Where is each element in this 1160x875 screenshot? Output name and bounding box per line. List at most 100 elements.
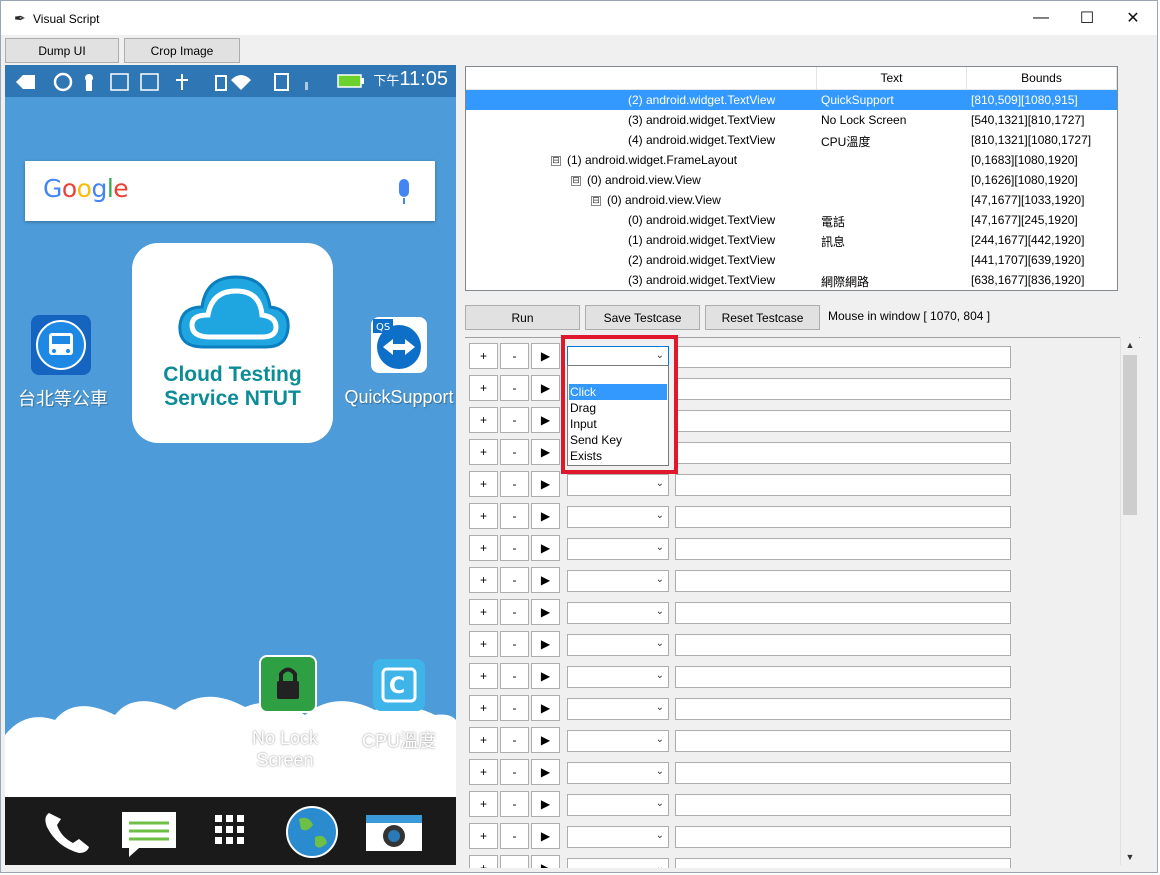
- add-step-button[interactable]: +: [469, 663, 498, 689]
- step-parameter-input[interactable]: [675, 378, 1011, 400]
- remove-step-button[interactable]: -: [500, 791, 529, 817]
- action-combobox[interactable]: ⌄: [567, 730, 669, 752]
- run-step-button[interactable]: ▶: [531, 791, 560, 817]
- device-screenshot[interactable]: 下午11:05 Google Cloud Testing Service NTU…: [5, 65, 456, 865]
- reset-testcase-button[interactable]: Reset Testcase: [705, 305, 820, 330]
- chevron-down-icon[interactable]: ⌄: [656, 478, 664, 489]
- run-step-button[interactable]: ▶: [531, 727, 560, 753]
- add-step-button[interactable]: +: [469, 759, 498, 785]
- tree-row[interactable]: (1) android.widget.TextView 訊息 [244,1677…: [466, 230, 1117, 250]
- phone-icon[interactable]: [39, 809, 91, 855]
- bus-app-icon[interactable]: [31, 315, 91, 375]
- tree-row[interactable]: (2) android.widget.TextView QuickSupport…: [466, 90, 1117, 110]
- scroll-up-arrow[interactable]: ▲: [1121, 337, 1139, 353]
- quicksupport-app-icon[interactable]: QS: [371, 317, 427, 373]
- add-step-button[interactable]: +: [469, 727, 498, 753]
- chevron-down-icon[interactable]: ⌄: [656, 670, 664, 681]
- step-parameter-input[interactable]: [675, 442, 1011, 464]
- mic-icon[interactable]: [399, 179, 409, 204]
- remove-step-button[interactable]: -: [500, 343, 529, 369]
- run-step-button[interactable]: ▶: [531, 695, 560, 721]
- app-drawer-icon[interactable]: [213, 813, 247, 847]
- step-parameter-input[interactable]: [675, 698, 1011, 720]
- cloud-testing-app[interactable]: Cloud Testing Service NTUT: [132, 243, 333, 443]
- add-step-button[interactable]: +: [469, 407, 498, 433]
- remove-step-button[interactable]: -: [500, 599, 529, 625]
- chevron-down-icon[interactable]: ⌄: [656, 734, 664, 745]
- tree-row[interactable]: (0) android.widget.TextView 電話 [47,1677]…: [466, 210, 1117, 230]
- tree-column-node[interactable]: [466, 67, 817, 90]
- chevron-down-icon[interactable]: ⌄: [656, 862, 664, 868]
- run-step-button[interactable]: ▶: [531, 855, 560, 868]
- collapse-icon[interactable]: ⊟: [551, 156, 561, 166]
- step-parameter-input[interactable]: [675, 634, 1011, 656]
- action-combobox[interactable]: ⌄: [567, 762, 669, 784]
- add-step-button[interactable]: +: [469, 375, 498, 401]
- run-step-button[interactable]: ▶: [531, 823, 560, 849]
- chevron-down-icon[interactable]: ⌄: [656, 798, 664, 809]
- remove-step-button[interactable]: -: [500, 695, 529, 721]
- step-parameter-input[interactable]: [675, 570, 1011, 592]
- step-parameter-input[interactable]: [675, 858, 1011, 868]
- run-step-button[interactable]: ▶: [531, 439, 560, 465]
- run-step-button[interactable]: ▶: [531, 599, 560, 625]
- chevron-down-icon[interactable]: ⌄: [656, 830, 664, 841]
- remove-step-button[interactable]: -: [500, 759, 529, 785]
- collapse-icon[interactable]: ⊟: [591, 196, 601, 206]
- tree-column-text[interactable]: Text: [817, 67, 967, 90]
- remove-step-button[interactable]: -: [500, 823, 529, 849]
- add-step-button[interactable]: +: [469, 471, 498, 497]
- run-step-button[interactable]: ▶: [531, 535, 560, 561]
- tree-row[interactable]: ⊟ (1) android.widget.FrameLayout [0,1683]…: [466, 150, 1117, 170]
- action-combobox[interactable]: ⌄: [567, 666, 669, 688]
- lock-app-icon[interactable]: [259, 655, 317, 713]
- remove-step-button[interactable]: -: [500, 855, 529, 868]
- ui-hierarchy-tree[interactable]: Text Bounds (2) android.widget.TextView …: [465, 66, 1118, 291]
- add-step-button[interactable]: +: [469, 343, 498, 369]
- remove-step-button[interactable]: -: [500, 375, 529, 401]
- remove-step-button[interactable]: -: [500, 567, 529, 593]
- run-step-button[interactable]: ▶: [531, 503, 560, 529]
- remove-step-button[interactable]: -: [500, 631, 529, 657]
- run-step-button[interactable]: ▶: [531, 375, 560, 401]
- step-parameter-input[interactable]: [675, 506, 1011, 528]
- cpu-app-icon[interactable]: C: [373, 659, 425, 711]
- add-step-button[interactable]: +: [469, 791, 498, 817]
- step-parameter-input[interactable]: [675, 794, 1011, 816]
- add-step-button[interactable]: +: [469, 535, 498, 561]
- remove-step-button[interactable]: -: [500, 727, 529, 753]
- chevron-down-icon[interactable]: ⌄: [656, 606, 664, 617]
- step-parameter-input[interactable]: [675, 602, 1011, 624]
- step-parameter-input[interactable]: [675, 538, 1011, 560]
- action-combobox[interactable]: ⌄: [567, 602, 669, 624]
- tree-row[interactable]: ⊟ (0) android.view.View [47,1677][1033,19…: [466, 190, 1117, 210]
- action-combobox[interactable]: ⌄: [567, 794, 669, 816]
- add-step-button[interactable]: +: [469, 855, 498, 868]
- browser-icon[interactable]: [285, 805, 339, 859]
- step-parameter-input[interactable]: [675, 666, 1011, 688]
- remove-step-button[interactable]: -: [500, 503, 529, 529]
- google-search-bar[interactable]: Google: [25, 161, 435, 221]
- step-parameter-input[interactable]: [675, 730, 1011, 752]
- chevron-down-icon[interactable]: ⌄: [656, 542, 664, 553]
- scrollbar-thumb[interactable]: [1123, 355, 1137, 515]
- step-parameter-input[interactable]: [675, 762, 1011, 784]
- dump-ui-button[interactable]: Dump UI: [5, 38, 119, 63]
- run-step-button[interactable]: ▶: [531, 663, 560, 689]
- add-step-button[interactable]: +: [469, 567, 498, 593]
- messages-icon[interactable]: [121, 811, 177, 857]
- add-step-button[interactable]: +: [469, 439, 498, 465]
- add-step-button[interactable]: +: [469, 631, 498, 657]
- tree-row[interactable]: (3) android.widget.TextView 網際網路 [638,16…: [466, 270, 1117, 290]
- add-step-button[interactable]: +: [469, 695, 498, 721]
- save-testcase-button[interactable]: Save Testcase: [585, 305, 700, 330]
- remove-step-button[interactable]: -: [500, 407, 529, 433]
- run-step-button[interactable]: ▶: [531, 567, 560, 593]
- action-combobox[interactable]: ⌄: [567, 826, 669, 848]
- run-step-button[interactable]: ▶: [531, 631, 560, 657]
- tree-row[interactable]: (4) android.widget.TextView CPU溫度 [810,1…: [466, 130, 1117, 150]
- action-combobox[interactable]: ⌄: [567, 570, 669, 592]
- run-step-button[interactable]: ▶: [531, 343, 560, 369]
- close-button[interactable]: ✕: [1110, 1, 1156, 35]
- chevron-down-icon[interactable]: ⌄: [656, 766, 664, 777]
